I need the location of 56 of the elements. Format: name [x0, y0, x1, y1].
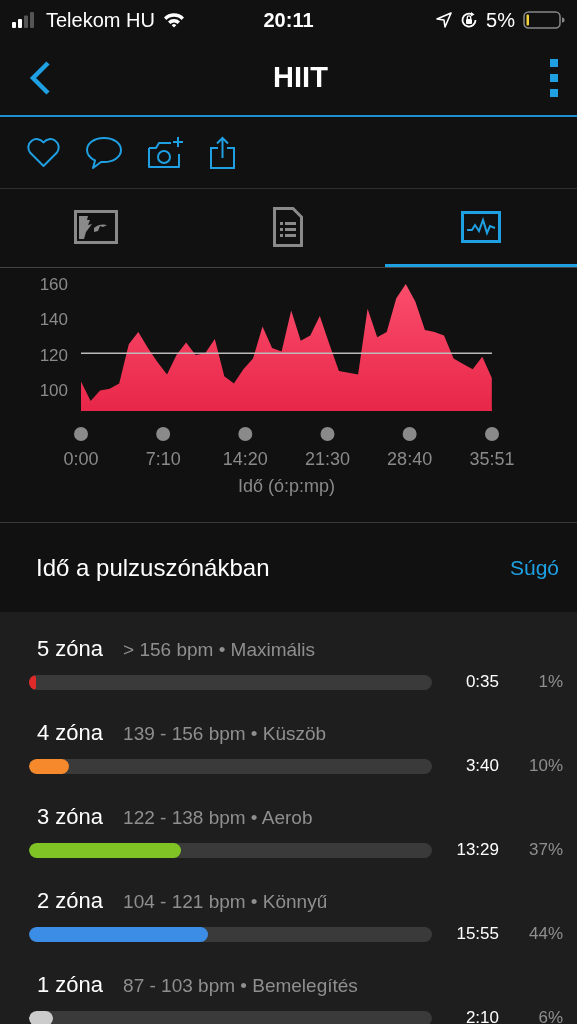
section-title: Idő a pulzuszónákban — [36, 553, 270, 582]
zone-name: 4 zóna — [37, 720, 104, 746]
y-axis-label: 160 — [39, 275, 68, 294]
pulse-chart-icon — [460, 210, 501, 243]
share-icon[interactable] — [209, 135, 237, 170]
zone-percent: 10% — [527, 756, 563, 776]
scrub-handle[interactable] — [74, 427, 88, 441]
location-icon — [436, 12, 453, 28]
zone-time: 13:29 — [455, 840, 499, 860]
y-axis-label: 100 — [39, 381, 68, 401]
heart-icon[interactable] — [26, 137, 61, 168]
zone-percent: 6% — [537, 1008, 563, 1024]
x-axis-label: 14:20 — [222, 449, 268, 469]
map-icon — [74, 209, 119, 244]
screen-title: HIIT — [273, 61, 328, 94]
help-link[interactable]: Súgó — [509, 555, 559, 580]
comment-icon[interactable] — [85, 135, 123, 170]
zone-range: 122 - 138 bpm • Aerob — [123, 807, 313, 829]
zone-name: 1 zóna — [37, 972, 104, 998]
zone-range: 139 - 156 bpm • Küszöb — [123, 723, 327, 745]
x-axis-label: 28:40 — [387, 449, 433, 469]
zone-time: 2:10 — [464, 1008, 499, 1024]
battery-percent: 5% — [486, 8, 515, 32]
zone-percent: 44% — [527, 924, 563, 944]
zone-name: 3 zóna — [37, 804, 104, 830]
scrub-handle[interactable] — [320, 427, 335, 441]
zone-percent: 1% — [537, 672, 563, 692]
zone-time: 15:55 — [455, 924, 499, 944]
clock: 20:11 — [263, 8, 314, 32]
x-axis-label: 0:00 — [63, 449, 99, 469]
x-axis-title: Idő (ó:p:mp) — [238, 476, 335, 496]
more-menu-button[interactable] — [549, 58, 559, 97]
scrub-handle[interactable] — [485, 427, 499, 441]
scrub-handle[interactable] — [156, 427, 171, 441]
y-axis-label: 140 — [39, 310, 68, 330]
rotation-lock-icon — [460, 11, 479, 29]
scrub-handle[interactable] — [238, 427, 253, 441]
x-axis-label: 35:51 — [469, 449, 515, 469]
wifi-icon — [162, 12, 185, 28]
scrub-handle[interactable] — [402, 427, 417, 441]
add-photo-icon[interactable] — [147, 135, 185, 170]
zone-name: 2 zóna — [37, 888, 104, 914]
zone-time: 3:40 — [464, 756, 499, 776]
zone-time: 0:35 — [464, 672, 499, 692]
x-axis-label: 21:30 — [304, 449, 350, 469]
document-icon — [273, 206, 304, 247]
y-axis-label: 120 — [39, 346, 68, 365]
zone-range: 104 - 121 bpm • Könnyű — [123, 891, 328, 913]
zone-percent: 37% — [527, 840, 563, 860]
zone-range: 87 - 103 bpm • Bemelegítés — [123, 975, 358, 997]
zone-range: > 156 bpm • Maximális — [123, 639, 316, 661]
back-button[interactable] — [28, 59, 52, 96]
carrier-name: Telekom HU — [46, 8, 155, 32]
battery-icon — [523, 10, 565, 30]
x-axis-label: 7:10 — [145, 449, 181, 469]
zone-name: 5 zóna — [37, 636, 104, 662]
